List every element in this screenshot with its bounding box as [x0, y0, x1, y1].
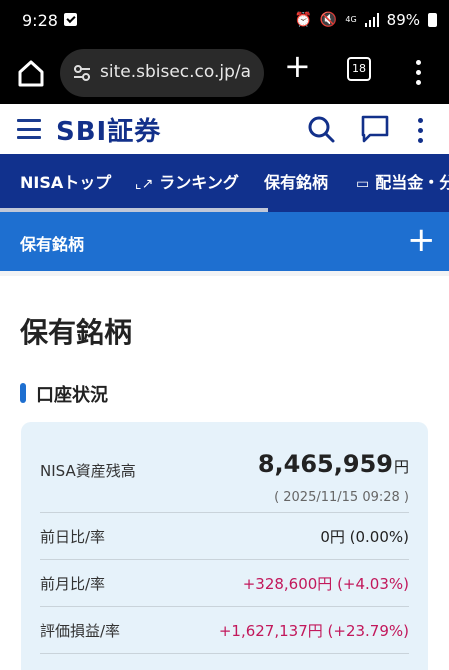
daily-change-label: 前日比/率 [40, 528, 106, 546]
browser-toolbar: site.sbisec.co.jp/a + 18 [0, 44, 449, 104]
as-of-timestamp: ( 2025/11/15 09:28 ) [274, 490, 409, 505]
network-type: 4G [345, 15, 357, 24]
url-text[interactable]: site.sbisec.co.jp/a [100, 62, 251, 82]
monthly-change-value: +328,600円 (+4.03%) [242, 575, 409, 593]
account-status-heading: 口座状況 [20, 381, 108, 407]
divider [40, 653, 409, 654]
tab-ranking[interactable]: ⌞↗ ランキング [135, 154, 239, 212]
section-bar: 保有銘柄 + [0, 212, 449, 271]
nisa-balance-label: NISA資産残高 [40, 462, 136, 480]
divider [40, 606, 409, 607]
nisa-nav-tabs: NISAトップ ⌞↗ ランキング 保有銘柄 ▭ 配当金・分 [0, 154, 449, 212]
tab-label: ランキング [159, 173, 239, 192]
tab-label: NISAトップ [20, 173, 112, 192]
nisa-balance-amount: 8,465,959 [257, 450, 393, 478]
more-options-icon[interactable] [410, 114, 430, 144]
search-icon[interactable] [306, 114, 336, 144]
main-content: 保有銘柄 口座状況 NISA資産残高 8,465,959円 ( 2025/11/… [0, 271, 449, 670]
nisa-balance-unit: 円 [393, 458, 409, 476]
battery-icon [428, 13, 437, 27]
status-icons: ⏰ 🔇 4G 89% [294, 11, 437, 29]
page-title: 保有銘柄 [20, 316, 133, 349]
tab-holdings[interactable]: 保有銘柄 [264, 154, 328, 212]
expand-plus-icon[interactable]: + [407, 223, 436, 257]
hamburger-menu-icon[interactable] [17, 119, 41, 139]
status-time: 9:28 [22, 11, 58, 30]
new-tab-icon[interactable]: + [284, 50, 311, 82]
unrealized-pl-row: 評価損益/率 +1,627,137円 (+23.79%) [40, 620, 409, 644]
nisa-balance-value: 8,465,959円 [258, 450, 409, 478]
site-settings-icon[interactable] [72, 63, 92, 83]
signal-icon [364, 13, 379, 27]
daily-change-value: 0円 (0.00%) [320, 528, 409, 546]
tab-label: 配当金・分 [375, 173, 449, 192]
unrealized-pl-label: 評価損益/率 [40, 622, 121, 640]
notification-check-icon [64, 13, 77, 26]
address-bar[interactable]: site.sbisec.co.jp/a [60, 49, 264, 97]
tab-nisa-top[interactable]: NISAトップ [20, 154, 111, 212]
mute-icon: 🔇 [319, 12, 338, 28]
home-icon[interactable] [14, 56, 48, 90]
status-bar: 9:28 ⏰ 🔇 4G 89% [0, 0, 449, 44]
battery-percent: 89% [386, 11, 420, 29]
account-status-card: NISA資産残高 8,465,959円 ( 2025/11/15 09:28 )… [21, 422, 428, 670]
tab-label: 保有銘柄 [264, 173, 329, 192]
monthly-change-label: 前月比/率 [40, 575, 106, 593]
section-title: 保有銘柄 [20, 235, 85, 254]
divider [40, 512, 409, 513]
tab-switcher-button[interactable]: 18 [347, 57, 371, 81]
site-header: SBI証券 [0, 104, 449, 154]
ranking-chart-icon: ⌞↗ [135, 176, 154, 192]
tab-dividends[interactable]: ▭ 配当金・分 [356, 154, 449, 212]
alarm-icon: ⏰ [294, 12, 312, 28]
divider [40, 559, 409, 560]
monthly-change-row: 前月比/率 +328,600円 (+4.03%) [40, 573, 409, 597]
sbi-logo[interactable]: SBI証券 [56, 111, 161, 148]
unrealized-pl-value: +1,627,137円 (+23.79%) [218, 622, 409, 640]
browser-menu-icon[interactable] [408, 56, 428, 88]
daily-change-row: 前日比/率 0円 (0.00%) [40, 526, 409, 550]
card-icon: ▭ [356, 176, 370, 192]
nisa-balance-row: NISA資産残高 8,465,959円 ( 2025/11/15 09:28 ) [40, 450, 409, 505]
chat-icon[interactable] [360, 114, 390, 144]
